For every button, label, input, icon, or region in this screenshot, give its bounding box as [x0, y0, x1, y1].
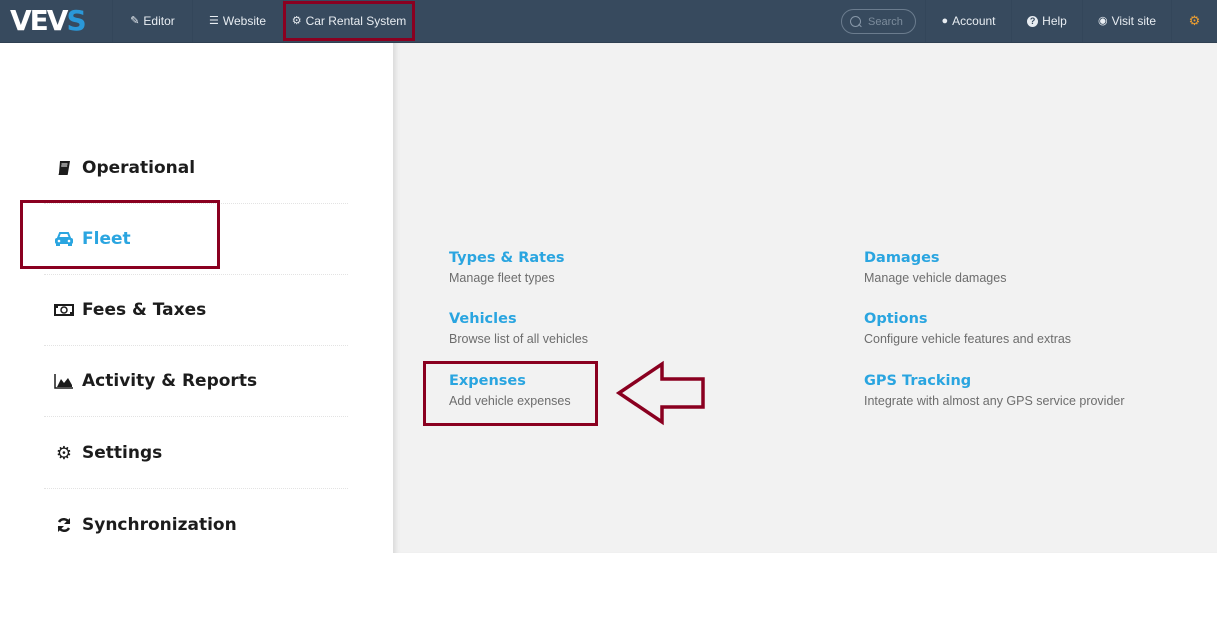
sidebar-item-fees-taxes[interactable]: Fees & Taxes	[44, 275, 348, 346]
sidebar-item-label: Fleet	[82, 229, 131, 249]
gear-icon: ⚙	[55, 442, 73, 464]
sidebar: Operational Fleet Fees & Taxes Activity …	[0, 43, 393, 553]
link-block-expenses: Expenses Add vehicle expenses	[449, 372, 571, 408]
nav-car-rental-system[interactable]: ⚙ Car Rental System	[283, 0, 414, 42]
nav-editor[interactable]: ✎ Editor	[112, 0, 192, 42]
nav-website-label: Website	[222, 14, 266, 28]
link-block-damages: Damages Manage vehicle damages	[864, 249, 1006, 285]
fleet-content-panel: Types & Rates Manage fleet types Vehicle…	[393, 43, 1217, 553]
sidebar-item-label: Activity & Reports	[82, 371, 258, 391]
nav-visit-site[interactable]: ◉ Visit site	[1082, 0, 1171, 42]
vevs-logo[interactable]: VEVS	[10, 4, 87, 37]
vehicles-link[interactable]: Vehicles	[449, 310, 588, 328]
sidebar-item-synchronization[interactable]: Synchronization	[44, 489, 348, 560]
nav-account-label: Account	[952, 14, 996, 28]
gear-icon: ⚙	[291, 15, 302, 27]
top-navbar: VEVS ✎ Editor ☰ Website ⚙ Car Rental Sys…	[0, 0, 1217, 43]
user-icon: ●	[941, 15, 949, 27]
link-block-vehicles: Vehicles Browse list of all vehicles	[449, 310, 588, 346]
nav-car-rental-system-label: Car Rental System	[305, 14, 407, 28]
pencil-icon: ✎	[130, 15, 140, 27]
search-icon	[850, 15, 862, 28]
gps-tracking-description: Integrate with almost any GPS service pr…	[864, 394, 1125, 408]
question-circle-icon: ?	[1027, 15, 1039, 27]
damages-description: Manage vehicle damages	[864, 271, 1007, 285]
nav-help[interactable]: ? Help	[1011, 0, 1082, 42]
options-link[interactable]: Options	[864, 310, 1071, 328]
vehicles-description: Browse list of all vehicles	[449, 332, 588, 346]
sidebar-item-settings[interactable]: ⚙ Settings	[44, 418, 348, 489]
logo-accent-text: S	[66, 4, 86, 37]
nav-visit-site-label: Visit site	[1111, 14, 1157, 28]
list-icon: ☰	[208, 15, 219, 27]
refresh-icon	[54, 517, 74, 533]
nav-website[interactable]: ☰ Website	[192, 0, 282, 42]
types-rates-link[interactable]: Types & Rates	[449, 249, 565, 267]
eye-icon: ◉	[1097, 15, 1108, 27]
sidebar-item-activity-reports[interactable]: Activity & Reports	[44, 346, 348, 417]
link-block-types-rates: Types & Rates Manage fleet types	[449, 249, 565, 285]
damages-link[interactable]: Damages	[864, 249, 1006, 267]
nav-help-label: Help	[1042, 14, 1067, 28]
link-block-gps-tracking: GPS Tracking Integrate with almost any G…	[864, 372, 1125, 408]
options-description: Configure vehicle features and extras	[864, 332, 1072, 346]
search-input[interactable]	[868, 15, 912, 28]
logo-text: VEV	[10, 4, 68, 37]
expenses-link[interactable]: Expenses	[449, 372, 571, 390]
car-icon	[54, 231, 74, 247]
expenses-description: Add vehicle expenses	[449, 394, 571, 408]
nav-editor-label: Editor	[143, 14, 175, 28]
gps-tracking-link[interactable]: GPS Tracking	[864, 372, 1125, 390]
gear-icon: ⚙	[1188, 13, 1201, 28]
types-rates-description: Manage fleet types	[449, 271, 555, 285]
book-icon	[54, 160, 74, 176]
sidebar-item-label: Operational	[82, 158, 196, 178]
money-icon	[54, 303, 74, 317]
nav-settings[interactable]: ⚙	[1171, 0, 1217, 42]
area-chart-icon	[54, 373, 74, 389]
sidebar-item-label: Fees & Taxes	[82, 300, 207, 320]
search-box[interactable]	[841, 9, 916, 34]
link-block-options: Options Configure vehicle features and e…	[864, 310, 1071, 346]
sidebar-item-fleet[interactable]: Fleet	[44, 204, 348, 275]
sidebar-item-operational[interactable]: Operational	[44, 133, 348, 204]
nav-account[interactable]: ● Account	[925, 0, 1011, 42]
sidebar-item-label: Synchronization	[82, 514, 237, 535]
sidebar-item-label: Settings	[82, 443, 163, 463]
